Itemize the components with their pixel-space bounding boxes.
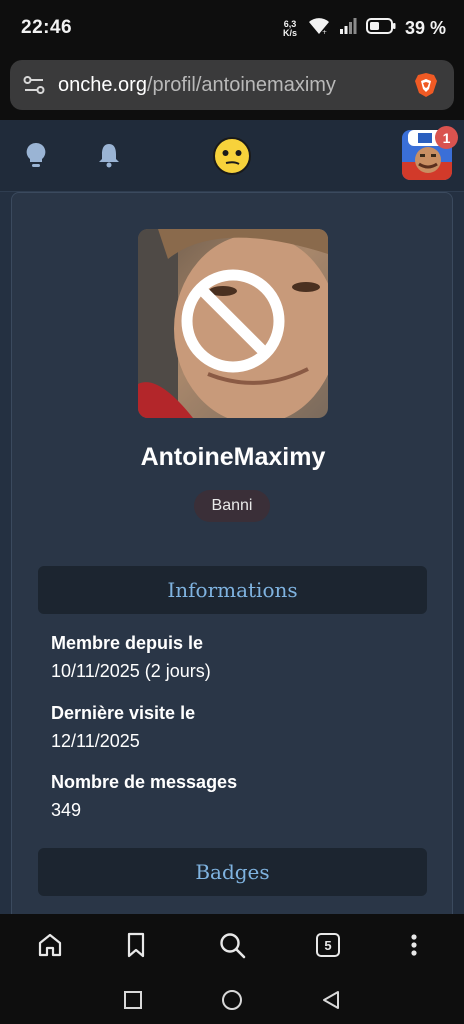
tab-count: 5	[316, 933, 340, 957]
network-speed-unit: K/s	[282, 27, 297, 38]
last-visit-value: 12/11/2025	[51, 731, 140, 751]
more-menu-icon[interactable]	[399, 930, 429, 960]
message-count-label: Nombre de messages	[51, 772, 238, 792]
badges-section-header: Badges	[38, 848, 427, 896]
home-icon[interactable]	[35, 930, 65, 960]
member-since-label: Membre depuis le	[51, 633, 204, 653]
message-count-value: 349	[51, 800, 82, 820]
recents-icon[interactable]	[121, 988, 145, 1012]
bell-icon[interactable]	[94, 140, 124, 170]
bookmark-icon[interactable]	[121, 930, 151, 960]
site-logo-smiley-icon[interactable]	[212, 136, 252, 176]
address-bar[interactable]: onche.org/profil/antoinemaximy	[10, 60, 454, 110]
system-nav-bar	[0, 976, 464, 1024]
back-icon[interactable]	[319, 988, 343, 1012]
status-time: 22:46	[21, 17, 73, 38]
profile-card: AntoineMaximy Banni Informations Membre …	[11, 192, 453, 952]
brave-shield-icon[interactable]	[412, 71, 440, 99]
lightbulb-icon[interactable]	[21, 140, 51, 170]
url-path: /profil/antoinemaximy	[146, 73, 336, 96]
browser-toolbar: 5	[0, 914, 464, 976]
home-nav-icon[interactable]	[220, 988, 244, 1012]
url-domain: onche.org	[58, 73, 147, 96]
screen: 22:46 6,3 K/s + 39 % onche.org/profil/an…	[0, 0, 464, 1024]
status-bar: 22:46 6,3 K/s + 39 %	[0, 0, 464, 56]
wifi-icon: +	[308, 17, 330, 40]
profile-picture	[138, 229, 328, 418]
battery-percent: 39 %	[404, 18, 446, 38]
last-visit-label: Dernière visite le	[51, 703, 196, 723]
signal-icon	[339, 17, 357, 40]
site-settings-icon[interactable]	[20, 71, 48, 99]
search-icon[interactable]	[217, 930, 247, 960]
battery-icon	[365, 17, 396, 40]
status-icons: 6,3 K/s + 39 %	[281, 17, 446, 40]
network-speed: 6,3 K/s	[281, 19, 299, 38]
informations-section-header: Informations	[38, 566, 427, 614]
tab-switcher-button[interactable]: 5	[313, 930, 343, 960]
browser-bar: onche.org/profil/antoinemaximy	[0, 56, 464, 120]
member-since-value: 10/11/2025 (2 jours)	[51, 661, 211, 681]
ban-status-badge: Banni	[194, 490, 270, 522]
svg-text:+: +	[322, 29, 327, 35]
user-avatar-button[interactable]: 1	[402, 126, 458, 182]
notification-count-badge: 1	[435, 126, 458, 149]
profile-username: AntoineMaximy	[140, 443, 326, 471]
url-text[interactable]: onche.org/profil/antoinemaximy	[58, 74, 336, 97]
